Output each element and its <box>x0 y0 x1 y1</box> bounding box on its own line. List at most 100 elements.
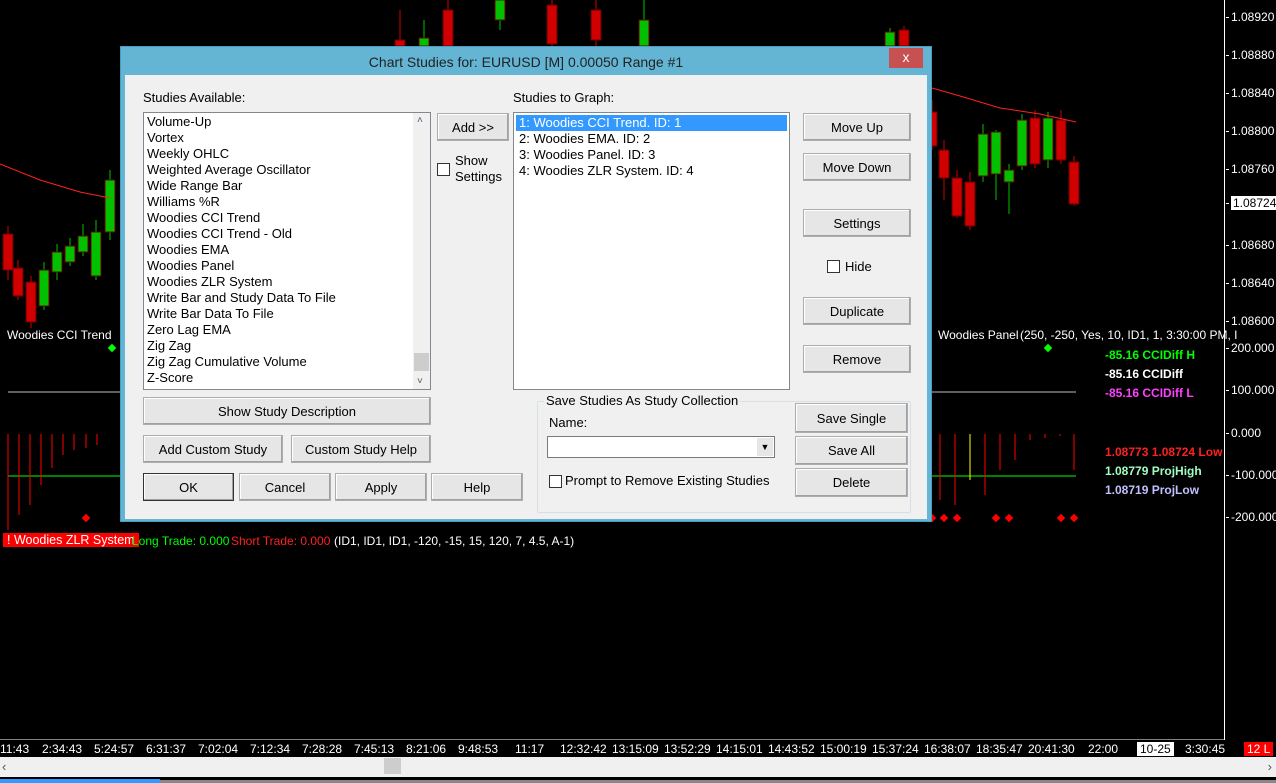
show-settings-label: Show Settings <box>455 153 502 184</box>
signal-marker <box>1004 513 1014 523</box>
candle-body <box>494 0 506 21</box>
candle-body <box>990 131 1002 175</box>
study-available-item[interactable]: Weighted Average Oscillator <box>144 162 430 178</box>
candle-body <box>418 37 430 47</box>
study-available-item[interactable]: Z-Score <box>144 370 430 386</box>
candle-body <box>25 281 37 323</box>
studies-to-graph-label: Studies to Graph: <box>513 90 615 105</box>
progress-bar <box>0 779 160 783</box>
save-single-button[interactable]: Save Single <box>795 403 908 433</box>
study-available-item[interactable]: Volume-Up <box>144 114 430 130</box>
dropdown-arrow-icon[interactable]: ▼ <box>757 438 773 456</box>
remove-button[interactable]: Remove <box>803 345 911 373</box>
name-combobox[interactable]: ▼ <box>547 436 775 458</box>
help-button[interactable]: Help <box>431 473 523 501</box>
list-scrollbar[interactable]: ˄ ˅ <box>413 113 430 389</box>
time-label: 9:48:53 <box>458 742 499 756</box>
study-available-item[interactable]: Woodies CCI Trend <box>144 210 430 226</box>
cancel-button[interactable]: Cancel <box>239 473 331 501</box>
time-label: 7:28:28 <box>302 742 343 756</box>
candle-body <box>964 181 976 227</box>
scroll-up-icon[interactable]: ˄ <box>417 115 423 126</box>
signal-marker <box>81 513 91 523</box>
candle-body <box>546 4 558 45</box>
cci-diff-h: -85.16 CCIDiff H <box>1105 348 1196 362</box>
duplicate-button[interactable]: Duplicate <box>803 297 911 325</box>
study-graph-item[interactable]: 2: Woodies EMA. ID: 2 <box>516 131 787 147</box>
panel-label: Woodies Panel <box>938 328 1019 342</box>
study-available-item[interactable]: Zero Lag EMA <box>144 322 430 338</box>
close-button[interactable]: x <box>889 48 923 68</box>
settings-button[interactable]: Settings <box>803 209 911 237</box>
cci-trend-label: Woodies CCI Trend <box>7 328 112 342</box>
time-label: 12:32:42 <box>560 742 607 756</box>
study-available-item[interactable]: Wide Range Bar <box>144 178 430 194</box>
candle-body <box>51 251 63 273</box>
ok-button[interactable]: OK <box>143 473 234 501</box>
move-down-button[interactable]: Move Down <box>803 153 911 181</box>
study-available-item[interactable]: Woodies EMA <box>144 242 430 258</box>
delete-button[interactable]: Delete <box>795 468 908 497</box>
candle-body <box>12 267 24 297</box>
show-study-description-button[interactable]: Show Study Description <box>143 397 431 425</box>
signal-marker <box>952 513 962 523</box>
study-available-item[interactable]: Write Bar Data To File <box>144 306 430 322</box>
save-all-button[interactable]: Save All <box>795 436 908 465</box>
zlr-params: (ID1, ID1, ID1, -120, -15, 15, 120, 7, 4… <box>334 534 575 548</box>
candle-body <box>638 19 650 47</box>
study-available-item[interactable]: Write Bar and Study Data To File <box>144 290 430 306</box>
study-available-item[interactable]: Woodies Panel <box>144 258 430 274</box>
list-scroll-thumb[interactable] <box>414 353 429 371</box>
signal-marker <box>939 513 949 523</box>
signal-marker <box>991 513 1001 523</box>
cci-diff-l: -85.16 CCIDiff L <box>1105 386 1194 400</box>
study-available-item[interactable]: Weekly OHLC <box>144 146 430 162</box>
study-graph-item[interactable]: 4: Woodies ZLR System. ID: 4 <box>516 163 787 179</box>
study-available-item[interactable]: Zig Zag <box>144 338 430 354</box>
scroll-right-icon[interactable]: › <box>1268 759 1272 774</box>
candle-body <box>1003 169 1015 183</box>
panel-params: (250, -250, Yes, 10, ID1, 1, 3:30:00 PM,… <box>1020 328 1238 342</box>
candle-body <box>1042 117 1054 161</box>
study-available-item[interactable]: Woodies CCI Trend - Old <box>144 226 430 242</box>
study-available-item[interactable]: Williams %R <box>144 194 430 210</box>
candle-body <box>884 31 896 47</box>
move-up-button[interactable]: Move Up <box>803 113 911 141</box>
hide-checkbox[interactable] <box>827 260 840 273</box>
scroll-down-icon[interactable]: ˅ <box>417 376 423 387</box>
cci-axis-label: 100.000 <box>1226 383 1274 397</box>
study-graph-item[interactable]: 3: Woodies Panel. ID: 3 <box>516 147 787 163</box>
current-price-label: 1.08724 <box>1226 196 1276 210</box>
add-button[interactable]: Add >> <box>437 113 509 141</box>
studies-to-graph-list[interactable]: 1: Woodies CCI Trend. ID: 1 2: Woodies EM… <box>513 112 790 390</box>
study-available-item[interactable]: Vortex <box>144 130 430 146</box>
horizontal-scrollbar[interactable]: ‹ › <box>0 757 1276 777</box>
date-marker: 10-25 <box>1137 742 1174 756</box>
prompt-remove-checkbox[interactable] <box>549 475 562 488</box>
add-custom-study-button[interactable]: Add Custom Study <box>143 435 283 463</box>
scroll-thumb[interactable] <box>384 758 401 774</box>
time-label-last: 3:30:45 <box>1185 742 1226 756</box>
time-label: 8:21:06 <box>406 742 447 756</box>
custom-study-help-button[interactable]: Custom Study Help <box>291 435 431 463</box>
long-trade: Long Trade: 0.000 <box>132 534 230 548</box>
cci-axis-label: -100.000 <box>1226 468 1276 482</box>
time-label: 7:12:34 <box>250 742 291 756</box>
signal-marker <box>107 343 117 353</box>
candle-body <box>90 231 102 277</box>
candle-body <box>1016 119 1028 167</box>
time-label: 15:00:19 <box>820 742 867 756</box>
study-available-item[interactable]: Zig Zag Cumulative Volume <box>144 354 430 370</box>
show-settings-checkbox[interactable] <box>437 163 450 176</box>
study-available-item[interactable]: Woodies ZLR System <box>144 274 430 290</box>
study-graph-item[interactable]: 1: Woodies CCI Trend. ID: 1 <box>516 115 787 131</box>
candle-body <box>1029 117 1041 165</box>
apply-button[interactable]: Apply <box>335 473 427 501</box>
time-label: 20:41:30 <box>1028 742 1075 756</box>
studies-available-list[interactable]: Volume-Up Vortex Weekly OHLC Weighted Avera… <box>143 112 431 390</box>
candle-body <box>1068 161 1080 205</box>
time-label: 2:34:43 <box>42 742 83 756</box>
scroll-left-icon[interactable]: ‹ <box>2 759 6 774</box>
candle-body <box>1055 119 1067 161</box>
time-label: 14:43:52 <box>768 742 815 756</box>
